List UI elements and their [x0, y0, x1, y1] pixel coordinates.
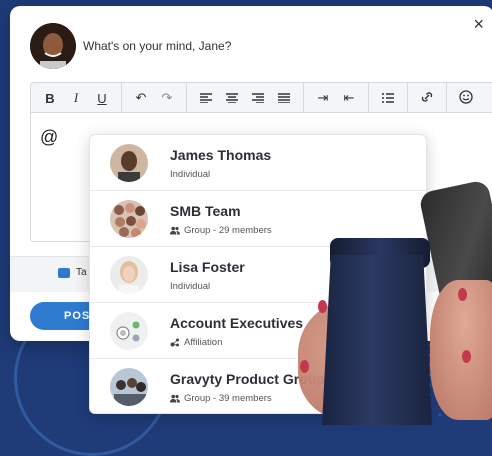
editor-text: @: [40, 127, 59, 147]
link-group: [408, 83, 447, 113]
bold-button[interactable]: B: [37, 91, 63, 106]
mention-type-label: Group - 39 members: [184, 393, 272, 404]
formatting-toolbar: B I U ↶ ↷ ⇥ ⇤: [30, 82, 492, 113]
mention-type: Group - 39 members: [170, 393, 272, 404]
undo-button[interactable]: ↶: [128, 90, 154, 106]
avatar: [110, 368, 148, 406]
indent-button[interactable]: ⇥: [310, 90, 336, 106]
hand-photo: [430, 280, 492, 420]
mention-type-label: Individual: [170, 169, 211, 180]
mention-type-label: Individual: [170, 281, 211, 292]
avatar: [110, 200, 148, 238]
affiliation-avatar: [110, 312, 148, 350]
nail-decoration: [300, 360, 309, 373]
alignment-group: [187, 83, 304, 113]
nail-decoration: [318, 300, 327, 313]
avatar: [110, 144, 148, 182]
tag-icon[interactable]: [58, 268, 70, 278]
nail-decoration: [458, 288, 467, 301]
emoji-icon[interactable]: [453, 89, 479, 107]
group-icon: [170, 394, 180, 403]
underline-button[interactable]: U: [89, 91, 115, 106]
align-right-button[interactable]: [245, 91, 271, 106]
tag-label[interactable]: Ta: [76, 267, 87, 278]
nail-decoration: [462, 350, 471, 363]
mention-name: Account Executives: [170, 315, 304, 331]
composer-prompt[interactable]: What's on your mind, Jane?: [83, 39, 231, 53]
affiliation-icon: [170, 338, 179, 347]
link-icon[interactable]: [414, 90, 440, 107]
outdent-button[interactable]: ⇤: [336, 90, 362, 106]
italic-button[interactable]: I: [63, 90, 89, 106]
mention-type: Group - 29 members: [170, 225, 272, 236]
text-style-group: B I U: [31, 83, 122, 113]
mention-type-label: Affiliation: [184, 337, 223, 348]
redo-button[interactable]: ↷: [154, 90, 180, 106]
avatar: [30, 23, 76, 69]
mention-type: Individual: [170, 281, 210, 292]
mention-type-label: Group - 29 members: [184, 225, 272, 236]
mention-name: James Thomas: [170, 147, 272, 163]
indent-group: ⇥ ⇤: [304, 83, 369, 113]
mention-type: Affiliation: [170, 337, 222, 348]
mention-name: SMB Team: [170, 203, 241, 219]
emoji-group: [447, 83, 485, 113]
align-justify-button[interactable]: [271, 91, 297, 106]
numbered-list-button[interactable]: [375, 91, 401, 106]
group-icon: [170, 226, 180, 235]
close-icon[interactable]: ×: [473, 14, 484, 35]
history-group: ↶ ↷: [122, 83, 187, 113]
align-center-button[interactable]: [219, 91, 245, 106]
mention-name: Lisa Foster: [170, 259, 245, 275]
coffee-cup: [322, 255, 432, 425]
mention-type: Individual: [170, 169, 210, 180]
align-left-button[interactable]: [193, 91, 219, 106]
list-group: [369, 83, 408, 113]
mention-item-james-thomas[interactable]: James Thomas Individual: [90, 135, 426, 191]
avatar: [110, 256, 148, 294]
